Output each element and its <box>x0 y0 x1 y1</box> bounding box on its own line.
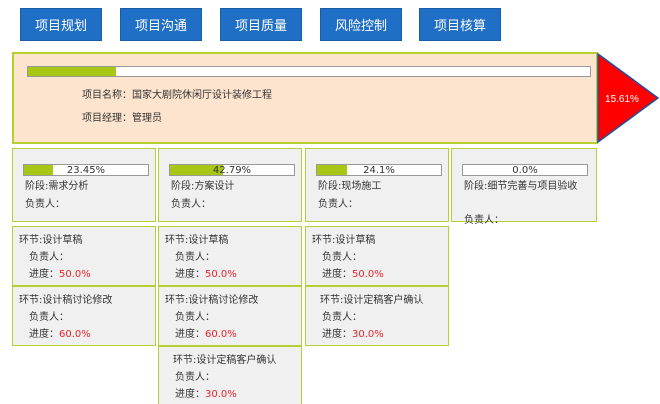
overall-progress-text: 15.61% <box>605 94 639 105</box>
step-progress-label: 进度： <box>175 389 205 400</box>
stage-progress-bar: 42.79% <box>169 164 295 176</box>
tab-project-planning[interactable]: 项目规划 <box>20 8 102 41</box>
step-name: 环节:设计草稿 <box>19 235 83 246</box>
step-progress: 进度：50.0% <box>322 265 448 280</box>
step-name: 环节:设计定稿客户确认 <box>173 355 277 366</box>
step-card[interactable]: 环节:设计草稿 负责人： 进度：50.0% <box>158 226 302 286</box>
step-owner: 负责人： <box>322 252 362 263</box>
stage-name: 阶段:细节完善与项目验收 <box>464 181 578 192</box>
step-name: 环节:设计稿讨论修改 <box>165 295 259 306</box>
step-card[interactable]: 环节:设计稿讨论修改 负责人： 进度：60.0% <box>158 286 302 346</box>
step-progress-value: 60.0% <box>205 329 237 340</box>
step-name: 环节:设计定稿客户确认 <box>320 295 424 306</box>
step-progress: 进度：30.0% <box>175 385 301 400</box>
stage-progress-text: 24.1% <box>363 165 395 176</box>
stage-owner: 负责人： <box>464 215 504 226</box>
stage-owner: 负责人： <box>171 199 211 210</box>
tab-project-accounting[interactable]: 项目核算 <box>419 8 501 41</box>
tab-risk-control[interactable]: 风险控制 <box>320 8 402 41</box>
step-owner: 负责人： <box>175 252 215 263</box>
step-progress-label: 进度： <box>175 269 205 280</box>
step-name: 环节:设计草稿 <box>312 235 376 246</box>
step-progress: 进度：60.0% <box>175 325 301 340</box>
step-name: 环节:设计稿讨论修改 <box>19 295 113 306</box>
step-progress: 进度：50.0% <box>175 265 301 280</box>
step-progress-value: 30.0% <box>205 389 237 400</box>
overall-progress-arrow: 15.61% <box>597 52 660 144</box>
step-progress-value: 50.0% <box>205 269 237 280</box>
step-progress-label: 进度： <box>322 269 352 280</box>
stage-progress-bar: 0.0% <box>462 164 588 176</box>
stage-card-4[interactable]: 0.0% 阶段:细节完善与项目验收 负责人： <box>451 148 597 226</box>
step-owner: 负责人： <box>29 252 69 263</box>
stage-progress-text: 42.79% <box>212 165 252 176</box>
step-progress-label: 进度： <box>322 329 352 340</box>
step-progress: 进度：60.0% <box>29 325 155 340</box>
step-progress-label: 进度： <box>29 329 59 340</box>
step-progress-label: 进度： <box>175 329 205 340</box>
step-owner: 负责人： <box>175 312 215 323</box>
stage-owner: 负责人： <box>25 199 65 210</box>
step-progress-value: 30.0% <box>352 329 384 340</box>
stage-card-1[interactable]: 23.45% 阶段:需求分析 负责人： <box>12 148 156 222</box>
step-card[interactable]: 环节:设计稿讨论修改 负责人： 进度：60.0% <box>12 286 156 346</box>
project-summary-panel: 项目名称：国家大剧院休闲厅设计装修工程 项目经理：管理员 <box>12 52 598 144</box>
step-card[interactable]: 环节:设计定稿客户确认 负责人： 进度：30.0% <box>305 286 449 346</box>
stage-card-3[interactable]: 24.1% 阶段:现场施工 负责人： <box>305 148 449 222</box>
step-owner: 负责人： <box>322 312 362 323</box>
stage-progress-text: 0.0% <box>512 165 538 176</box>
project-progress-fill <box>28 67 116 76</box>
stage-name: 阶段:现场施工 <box>318 181 382 192</box>
step-owner: 负责人： <box>29 312 69 323</box>
stage-card-2[interactable]: 42.79% 阶段:方案设计 负责人： <box>158 148 302 222</box>
step-progress-value: 50.0% <box>59 269 91 280</box>
stage-name: 阶段:需求分析 <box>25 181 89 192</box>
stage-progress-bar: 24.1% <box>316 164 442 176</box>
step-progress-value: 60.0% <box>59 329 91 340</box>
project-name: 项目名称：国家大剧院休闲厅设计装修工程 <box>82 90 272 101</box>
tab-project-quality[interactable]: 项目质量 <box>220 8 302 41</box>
step-progress-label: 进度： <box>29 269 59 280</box>
stage-progress-bar: 23.45% <box>23 164 149 176</box>
step-card[interactable]: 环节:设计草稿 负责人： 进度：50.0% <box>12 226 156 286</box>
project-manager: 项目经理：管理员 <box>82 113 162 124</box>
stage-owner: 负责人： <box>318 199 358 210</box>
step-name: 环节:设计草稿 <box>165 235 229 246</box>
step-card[interactable]: 环节:设计定稿客户确认 负责人： 进度：30.0% <box>158 346 302 404</box>
tab-project-communication[interactable]: 项目沟通 <box>120 8 202 41</box>
step-progress: 进度：30.0% <box>322 325 448 340</box>
stage-name: 阶段:方案设计 <box>171 181 235 192</box>
stage-progress-text: 23.45% <box>66 165 106 176</box>
step-card[interactable]: 环节:设计草稿 负责人： 进度：50.0% <box>305 226 449 286</box>
step-progress-value: 50.0% <box>352 269 384 280</box>
step-progress: 进度：50.0% <box>29 265 155 280</box>
project-progress-bar <box>27 66 591 77</box>
step-owner: 负责人： <box>175 372 215 383</box>
